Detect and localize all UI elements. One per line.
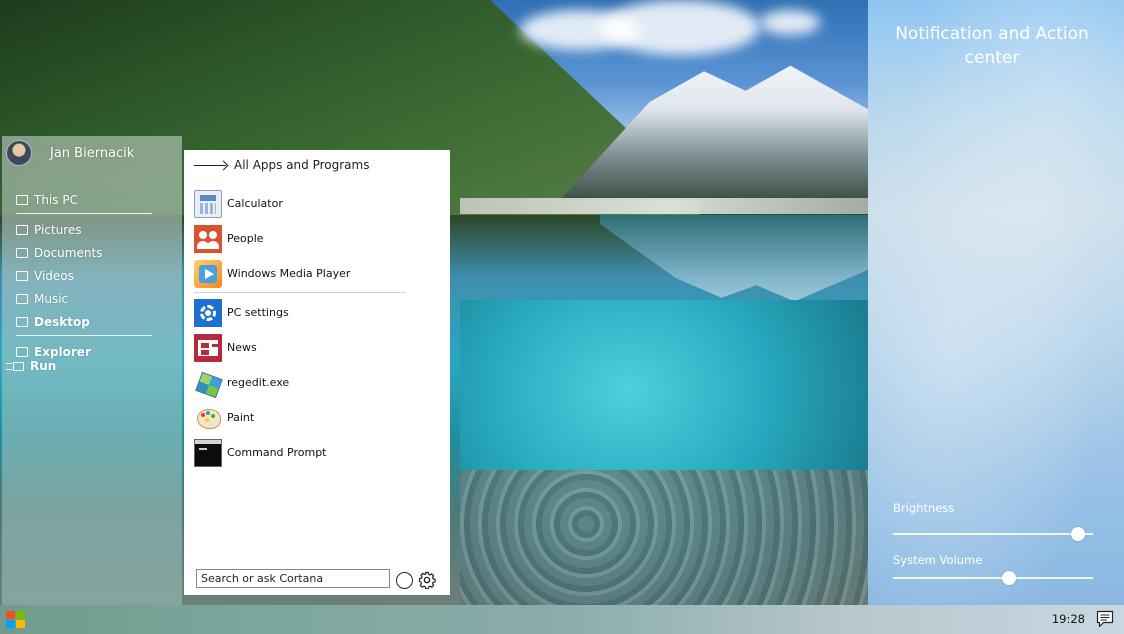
all-apps-label: All Apps and Programs [234, 158, 370, 172]
volume-slider-thumb[interactable] [1002, 571, 1016, 585]
app-list-divider [194, 292, 406, 293]
volume-slider[interactable] [893, 571, 1093, 585]
start-menu-panel: All Apps and Programs Calculator People … [184, 150, 450, 595]
videos-icon [16, 270, 28, 281]
arrow-right-icon [194, 164, 226, 166]
volume-label: System Volume [893, 553, 983, 567]
calculator-icon [194, 189, 222, 218]
windows-logo-icon [6, 611, 15, 619]
cortana-search-input[interactable] [196, 569, 390, 588]
sidebar-item-pictures[interactable]: Pictures [16, 218, 156, 241]
user-name: Jan Biernacik [50, 145, 135, 161]
app-list: Calculator People Windows Media Player P… [194, 186, 408, 470]
start-left-pane: Jan Biernacik This PC Pictures Documents… [2, 136, 182, 605]
app-command-prompt[interactable]: Command Prompt [194, 435, 408, 470]
music-icon [16, 293, 28, 304]
app-pc-settings[interactable]: PC settings [194, 295, 408, 330]
news-icon [194, 333, 222, 362]
gear-icon[interactable] [418, 571, 436, 589]
brightness-slider-thumb[interactable] [1071, 527, 1085, 541]
sidebar-nav: This PC Pictures Documents Videos Music … [6, 188, 156, 373]
app-regedit[interactable]: regedit.exe [194, 365, 408, 400]
people-icon [194, 224, 222, 253]
action-center-title: Notification and Action center [895, 24, 1089, 68]
app-windows-media-player[interactable]: Windows Media Player [194, 256, 408, 291]
avatar[interactable] [6, 140, 32, 166]
documents-icon [16, 247, 28, 258]
sidebar-item-desktop[interactable]: Desktop [16, 310, 156, 333]
sidebar-item-this-pc[interactable]: This PC [16, 188, 156, 211]
sidebar-item-videos[interactable]: Videos [16, 264, 156, 287]
brightness-label: Brightness [893, 501, 955, 515]
sidebar-item-music[interactable]: Music [16, 287, 156, 310]
nav-divider [16, 335, 152, 336]
run-icon [6, 361, 24, 371]
desktop-icon [16, 316, 28, 327]
command-prompt-icon [194, 438, 222, 467]
taskbar: 19:28 [0, 605, 1124, 634]
regedit-icon [194, 369, 222, 397]
app-paint[interactable]: Paint [194, 400, 408, 435]
cortana-icon[interactable] [396, 572, 413, 589]
taskbar-clock[interactable]: 19:28 [1052, 612, 1085, 626]
settings-icon [194, 298, 222, 327]
nav-divider [16, 213, 152, 214]
all-apps-button[interactable]: All Apps and Programs [194, 158, 369, 172]
brightness-slider[interactable] [893, 527, 1093, 541]
media-player-icon [194, 259, 222, 288]
sidebar-item-documents[interactable]: Documents [16, 241, 156, 264]
notification-icon[interactable] [1096, 610, 1114, 628]
app-people[interactable]: People [194, 221, 408, 256]
app-calculator[interactable]: Calculator [194, 186, 408, 221]
paint-icon [194, 404, 222, 432]
monitor-icon [16, 194, 28, 205]
sidebar-item-run[interactable]: Run [6, 359, 156, 373]
start-button[interactable] [6, 611, 26, 629]
user-profile[interactable]: Jan Biernacik [6, 140, 134, 166]
explorer-icon [16, 346, 28, 357]
pictures-icon [16, 224, 28, 235]
action-center-panel: Notification and Action center Brightnes… [868, 0, 1124, 605]
app-news[interactable]: News [194, 330, 408, 365]
